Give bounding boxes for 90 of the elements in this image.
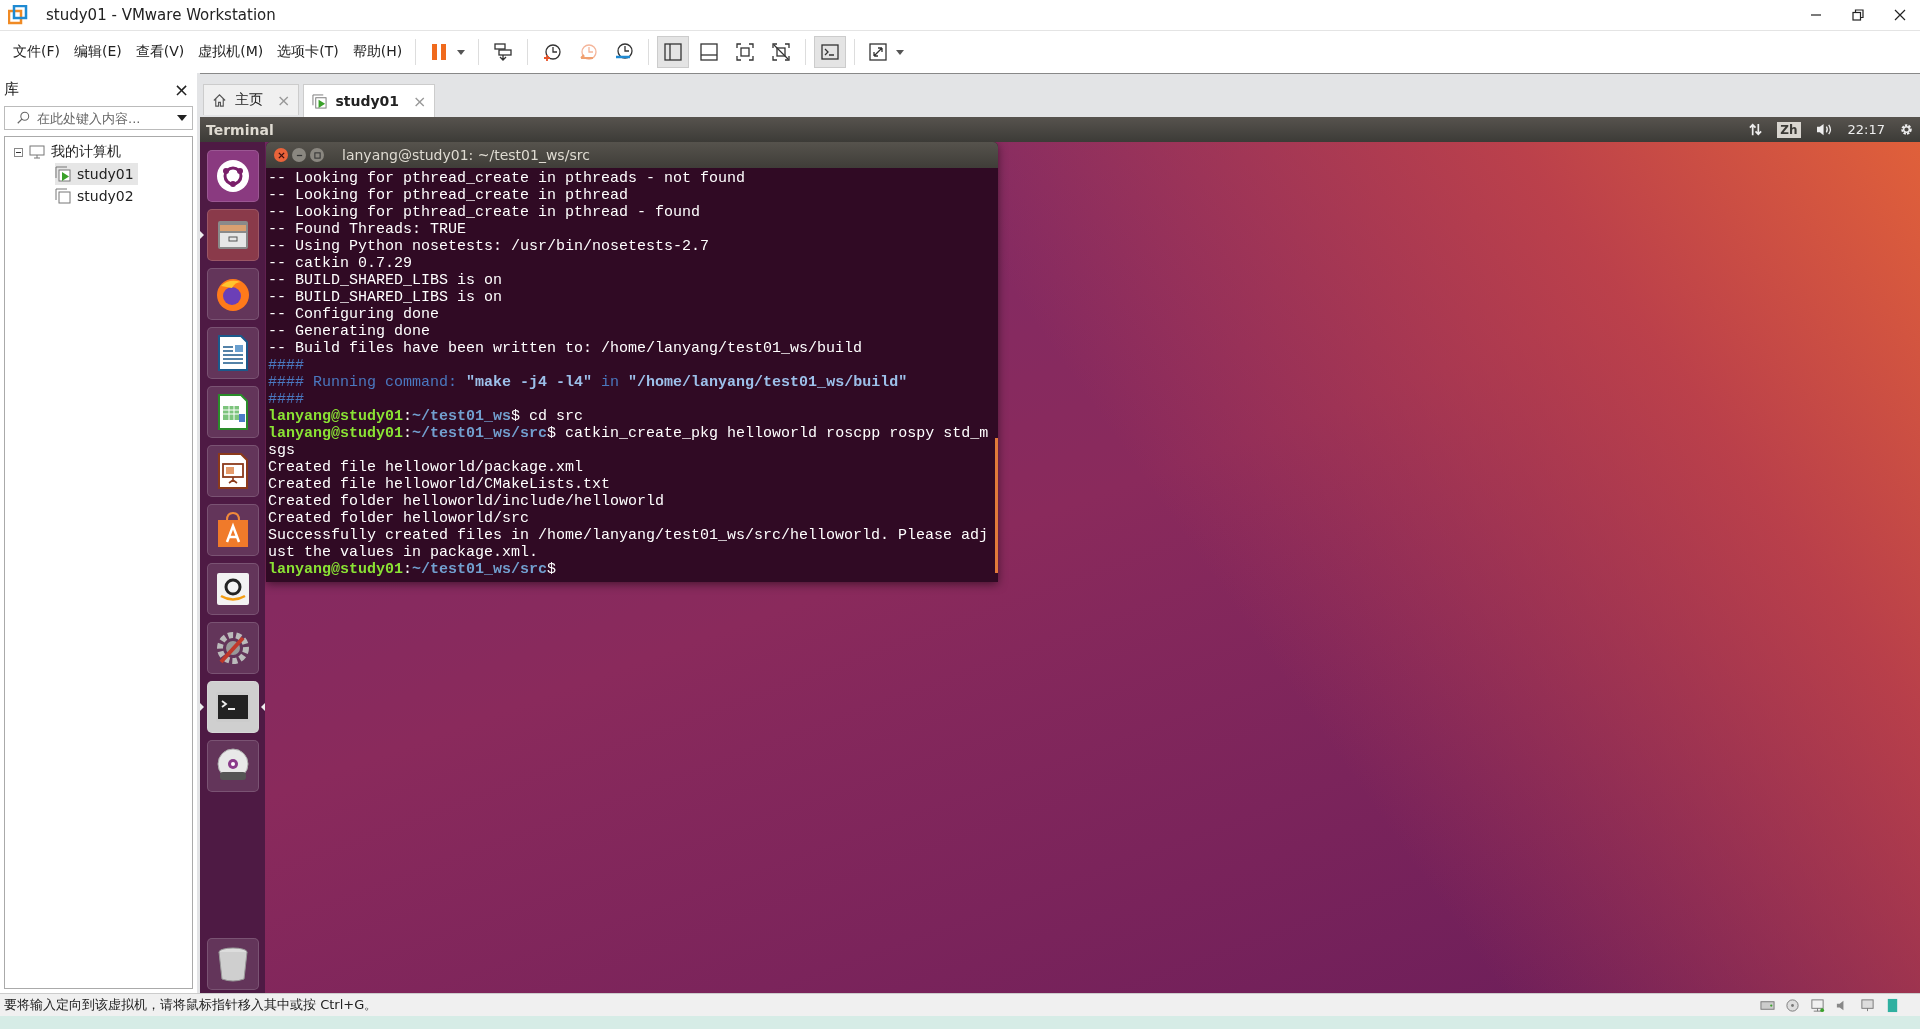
view-library-icon xyxy=(663,42,684,62)
software-launcher-icon[interactable] xyxy=(206,503,259,556)
network-icon[interactable] xyxy=(1748,122,1764,137)
firefox-launcher-icon[interactable] xyxy=(206,267,259,320)
tab[interactable]: 主页 × xyxy=(203,84,300,115)
close-icon xyxy=(277,151,285,159)
app-logo-icon xyxy=(8,5,28,25)
tab[interactable]: study01 × xyxy=(303,84,436,117)
terminal-launcher-icon[interactable] xyxy=(206,680,259,733)
terminal-line: sgs xyxy=(268,442,296,459)
library-title: 库 xyxy=(4,80,19,99)
trash-launcher-icon[interactable] xyxy=(206,937,259,990)
terminal-line: #### xyxy=(268,391,305,408)
maximize-button[interactable] xyxy=(310,148,324,162)
close-icon[interactable] xyxy=(1894,9,1906,21)
menu-item[interactable]: 查看(V) xyxy=(128,43,192,61)
collapse-icon[interactable] xyxy=(14,147,23,157)
view-thumbnail-icon xyxy=(699,42,720,62)
terminal-line: -- catkin 0.7.29 xyxy=(268,255,414,272)
terminal-line: -- Found Threads: TRUE xyxy=(268,221,468,238)
search-icon xyxy=(16,111,30,125)
app-name: Terminal xyxy=(206,121,274,138)
menu-item[interactable]: 编辑(E) xyxy=(67,43,129,61)
clock[interactable]: 22:17 xyxy=(1847,122,1885,137)
terminal-line: Created folder helloworld/include/helloworld xyxy=(268,493,666,510)
snapshot-manager-icon xyxy=(614,42,635,62)
terminal-line: #### xyxy=(268,357,305,374)
menu-item[interactable]: 帮助(H) xyxy=(345,43,410,61)
restore-icon[interactable] xyxy=(1852,9,1864,21)
close-button[interactable] xyxy=(274,148,288,162)
terminal-line: #### Running command: "make -j4 -l4" in "/home/lanyang/test01_ws/build" xyxy=(268,374,909,391)
console-button[interactable] xyxy=(814,36,847,68)
volume-icon[interactable] xyxy=(1814,122,1834,137)
menu-item[interactable]: 选项卡(T) xyxy=(270,43,346,61)
maximize-icon xyxy=(313,151,321,159)
terminal-line: -- Build files have been written to: /home/lanyang/test01_ws/build xyxy=(268,340,864,357)
terminal-line: -- Looking for pthread_create in pthread - found xyxy=(268,204,702,221)
dropdown-caret-icon[interactable] xyxy=(177,115,187,121)
vm-icon xyxy=(55,166,71,182)
terminal-title: lanyang@study01: ~/test01_ws/src xyxy=(342,147,590,163)
send-keys-icon xyxy=(493,42,514,62)
files-launcher-icon[interactable] xyxy=(206,208,259,261)
terminal-line: -- Generating done xyxy=(268,323,432,340)
vm-icon xyxy=(312,93,328,109)
display-icon[interactable] xyxy=(1860,997,1875,1013)
menu-item[interactable]: 虚拟机(M) xyxy=(191,43,271,61)
network-adapter-icon[interactable] xyxy=(1810,997,1825,1013)
terminal-line: Created folder helloworld/src xyxy=(268,510,531,527)
terminal-line: lanyang@study01:~/test01_ws$ cd src xyxy=(268,408,585,425)
vm-icon xyxy=(55,188,71,204)
stretch-icon xyxy=(868,42,889,62)
terminal-line: -- Looking for pthread_create in pthreads - not found xyxy=(268,170,747,187)
console-icon xyxy=(820,42,841,62)
snapshot-take-icon xyxy=(542,42,563,62)
calc-launcher-icon[interactable] xyxy=(206,385,259,438)
impress-launcher-icon[interactable] xyxy=(206,444,259,497)
view-fullscreen-icon xyxy=(735,42,756,62)
snapshot-revert-icon xyxy=(578,42,599,62)
terminal-line: lanyang@study01:~/test01_ws/src$ catkin_create_pkg helloworld roscpp rospy std_m xyxy=(268,425,990,442)
terminal-line: Created file helloworld/CMakeLists.txt xyxy=(268,476,612,493)
settings-launcher-icon[interactable] xyxy=(206,621,259,674)
settings-icon[interactable] xyxy=(1899,122,1914,137)
view-library-button[interactable] xyxy=(657,36,690,68)
input-method-indicator[interactable]: Zh xyxy=(1777,121,1801,138)
tree-item[interactable]: study01 xyxy=(55,163,138,185)
terminal-line: lanyang@study01:~/test01_ws/src$ xyxy=(268,561,558,578)
terminal-line: -- BUILD_SHARED_LIBS is on xyxy=(268,289,504,306)
amazon-launcher-icon[interactable] xyxy=(206,562,259,615)
writer-launcher-icon[interactable] xyxy=(206,326,259,379)
dvd-launcher-icon[interactable] xyxy=(206,739,259,792)
ubuntu-launcher-icon[interactable] xyxy=(206,149,259,202)
computer-icon xyxy=(29,145,45,159)
status-message: 要将输入定向到该虚拟机，请将鼠标指针移入其中或按 Ctrl+G。 xyxy=(4,996,378,1014)
search-field[interactable]: 在此处键入内容... xyxy=(4,106,193,130)
terminal-line: -- Configuring done xyxy=(268,306,441,323)
window-title: study01 - VMware Workstation xyxy=(46,6,276,24)
terminal-line: -- Looking for pthread_create in pthread xyxy=(268,187,630,204)
terminal-line: Successfully created files in /home/lanyang/test01_ws/src/helloworld. Please adj xyxy=(268,527,990,544)
home-icon xyxy=(212,92,227,108)
terminal-line: ust the values in package.xml. xyxy=(268,544,540,561)
tree-item[interactable]: 我的计算机 xyxy=(5,141,192,163)
terminal-line: -- Using Python nosetests: /usr/bin/nosetests-2.7 xyxy=(268,238,711,255)
cd-drive-icon[interactable] xyxy=(1785,997,1800,1013)
minimize-button[interactable] xyxy=(292,148,306,162)
close-button[interactable]: × xyxy=(173,79,189,100)
view-unity-icon xyxy=(771,42,792,62)
menu-item[interactable]: 文件(F) xyxy=(6,43,67,61)
tree-item[interactable]: study02 xyxy=(55,185,138,207)
terminal-line: Created file helloworld/package.xml xyxy=(268,459,585,476)
terminal-line: -- BUILD_SHARED_LIBS is on xyxy=(268,272,504,289)
